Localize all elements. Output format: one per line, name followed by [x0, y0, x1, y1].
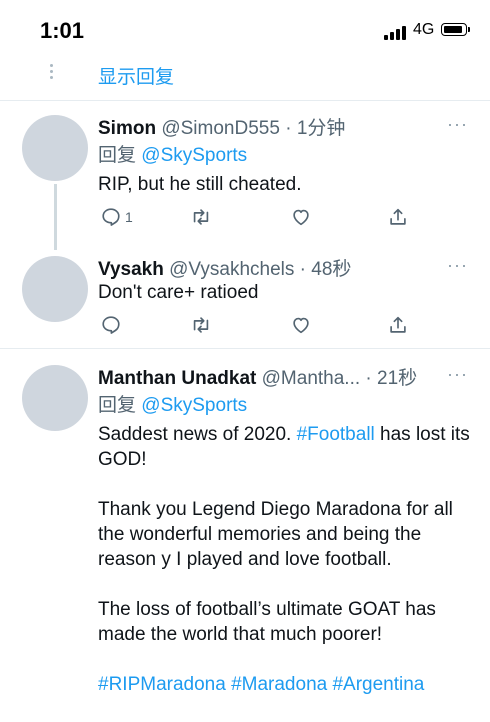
avatar[interactable] [22, 256, 88, 322]
battery-icon [441, 23, 470, 36]
tweet-paragraph: The loss of football’s ultimate GOAT has… [98, 599, 436, 645]
reply-count: 1 [125, 209, 133, 225]
reply-mention[interactable]: @SkySports [141, 145, 247, 166]
tweet-text: RIP, but he still cheated. [98, 174, 302, 195]
tweet-header: Manthan Unadkat @Mantha... · 21秒 [98, 363, 417, 390]
signal-icon [384, 24, 410, 40]
tweet-manthan[interactable]: Manthan Unadkat @Mantha... · 21秒 ··· 回复 … [0, 349, 490, 700]
hashtag-link[interactable]: #Football [297, 424, 375, 445]
vertical-dots-icon [50, 64, 54, 82]
share-icon [390, 208, 406, 225]
author-name[interactable]: Simon [98, 118, 156, 139]
more-icon[interactable]: ··· [447, 114, 468, 135]
tweet-time[interactable]: 1分钟 [297, 118, 346, 139]
text-segment: Saddest news of 2020. [98, 424, 297, 445]
retweet-icon [193, 209, 209, 225]
reply-icon [102, 208, 120, 226]
tweet-text: Saddest news of 2020. #Football has lost… [98, 422, 476, 722]
tweet-simon[interactable]: Simon @SimonD555 · 1分钟 ··· 回复 @SkySports… [0, 100, 490, 250]
share-icon [390, 316, 406, 333]
tweet-paragraph: Thank you Legend Diego Maradona for all … [98, 499, 453, 570]
reply-mention[interactable]: @SkySports [141, 395, 247, 416]
tweet-actions: 1 [98, 204, 418, 230]
separator: · [285, 118, 292, 139]
status-time: 1:01 [40, 18, 85, 43]
more-icon[interactable]: ··· [447, 364, 468, 385]
like-button[interactable] [290, 312, 312, 338]
show-replies-link[interactable]: 显示回复 [98, 62, 174, 89]
more-icon[interactable]: ··· [447, 255, 468, 276]
author-name[interactable]: Vysakh [98, 259, 164, 280]
like-button[interactable] [290, 204, 312, 230]
author-handle[interactable]: @Mantha... [262, 368, 361, 389]
share-button[interactable] [387, 204, 409, 230]
separator: · [299, 259, 306, 280]
show-replies-row[interactable]: 显示回复 [0, 58, 490, 101]
tweet-text: Don't care+ ratioed [98, 282, 259, 303]
tweet-header: Simon @SimonD555 · 1分钟 [98, 113, 345, 140]
avatar[interactable] [22, 115, 88, 181]
author-handle[interactable]: @SimonD555 [161, 118, 280, 139]
retweet-button[interactable] [190, 312, 212, 338]
reply-button[interactable]: 1 [100, 204, 133, 230]
tweet-vysakh[interactable]: Vysakh @Vysakhchels · 48秒 ··· Don't care… [0, 240, 490, 348]
reply-label: 回复 [98, 395, 137, 416]
like-icon [293, 209, 309, 226]
tweet-time[interactable]: 21秒 [377, 368, 417, 389]
retweet-button[interactable] [190, 204, 212, 230]
tweet-paragraph: Saddest news of 2020. #Football has lost… [98, 422, 476, 472]
hashtag-links[interactable]: #RIPMaradona #Maradona #Argentina [98, 672, 476, 697]
avatar[interactable] [22, 365, 88, 431]
tweet-actions [98, 312, 418, 338]
like-icon [293, 317, 309, 334]
author-name[interactable]: Manthan Unadkat [98, 368, 256, 389]
tweet-header: Vysakh @Vysakhchels · 48秒 [98, 254, 351, 281]
reply-button[interactable] [100, 312, 122, 338]
network-label: 4G [413, 21, 435, 38]
status-bar: 1:01 4G [0, 0, 490, 60]
separator: · [365, 368, 372, 389]
share-button[interactable] [387, 312, 409, 338]
tweet-time[interactable]: 48秒 [311, 259, 351, 280]
reply-to-line: 回复 @SkySports [98, 390, 247, 417]
reply-icon [102, 316, 120, 334]
reply-label: 回复 [98, 145, 137, 166]
reply-to-line: 回复 @SkySports [98, 140, 247, 167]
author-handle[interactable]: @Vysakhchels [169, 259, 294, 280]
retweet-icon [193, 317, 209, 333]
